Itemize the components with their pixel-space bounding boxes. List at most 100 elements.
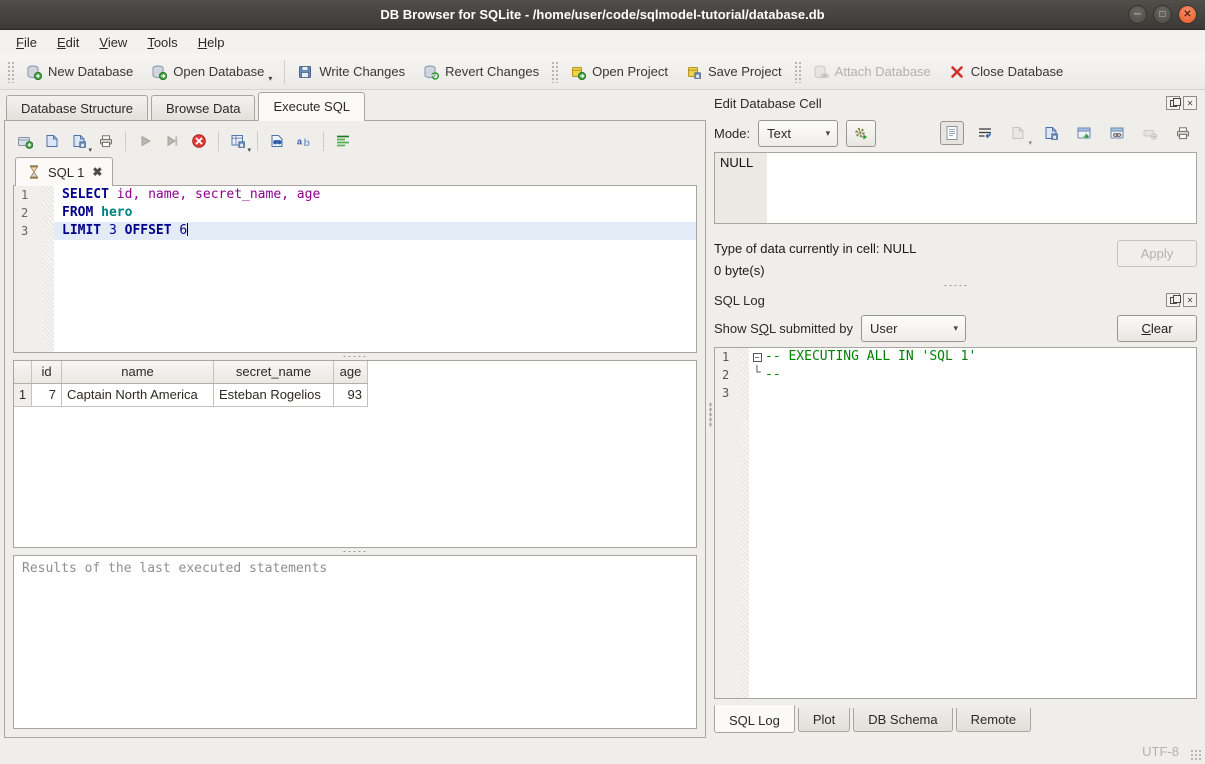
mode-select[interactable]: Text ▾ [758, 120, 838, 147]
stop-execution-button[interactable] [187, 129, 211, 153]
table-cell[interactable]: 93 [334, 384, 368, 407]
cell-editor[interactable]: NULL [714, 152, 1197, 224]
svg-text:a: a [297, 137, 303, 147]
chevron-down-icon: ▾ [1028, 139, 1032, 147]
sql-tab[interactable]: SQL 1 ✖ [15, 157, 113, 186]
results-message-splitter[interactable] [13, 548, 697, 555]
open-external-button[interactable] [1072, 121, 1096, 145]
main-tab-bar: Database StructureBrowse DataExecute SQL [4, 92, 706, 121]
float-dock-icon[interactable] [1166, 96, 1180, 110]
right-pane: Edit Database Cell ✕ Mode: Text ▾ ▾ NULL… [714, 92, 1201, 738]
tab-execute-sql[interactable]: Execute SQL [258, 92, 365, 121]
statusbar: UTF-8 [0, 738, 1205, 764]
text-mode-button[interactable] [940, 121, 964, 145]
code-text: FROM hero [54, 204, 696, 222]
encoding-indicator[interactable]: UTF-8 [1142, 744, 1179, 759]
toolbar-drag-handle[interactable] [551, 61, 558, 83]
editor-line[interactable]: 3LIMIT 3 OFFSET 6 [14, 222, 696, 240]
revert-changes-button[interactable]: Revert Changes [414, 57, 548, 87]
line-number: 1 [14, 186, 42, 204]
close-dock-icon[interactable]: ✕ [1183, 96, 1197, 110]
sql-editor[interactable]: 1SELECT id, name, secret_name, age2FROM … [13, 185, 697, 353]
minimize-button[interactable]: ─ [1128, 5, 1147, 24]
menu-edit[interactable]: Edit [47, 32, 89, 53]
menu-file[interactable]: File [6, 32, 47, 53]
bottom-tab-sql-log[interactable]: SQL Log [714, 705, 795, 733]
open-database-button[interactable]: Open Database▾ [142, 57, 281, 87]
editor-line[interactable]: 1SELECT id, name, secret_name, age [14, 186, 696, 204]
close-database-icon [949, 64, 965, 80]
tab-database-structure[interactable]: Database Structure [6, 95, 148, 121]
bottom-tab-plot[interactable]: Plot [798, 708, 850, 732]
close-database-button[interactable]: Close Database [940, 57, 1073, 87]
close-tab-icon[interactable]: ✖ [90, 165, 102, 179]
print-cell-button[interactable] [1171, 121, 1195, 145]
revert-changes-icon [423, 64, 439, 80]
bottom-tab-remote[interactable]: Remote [956, 708, 1032, 732]
menu-tools[interactable]: Tools [137, 32, 187, 53]
sql-token: SELECT [62, 187, 109, 202]
table-cell[interactable]: Captain North America [62, 384, 214, 407]
dock-splitter[interactable] [714, 282, 1197, 289]
cell-mode-row: Mode: Text ▾ ▾ [714, 116, 1197, 150]
log-filter-select[interactable]: User ▾ [861, 315, 966, 342]
new-database-button[interactable]: New Database [17, 57, 142, 87]
save-results-button[interactable]: ▾ [226, 129, 250, 153]
save-project-button[interactable]: Save Project [677, 57, 791, 87]
bottom-tab-db-schema[interactable]: DB Schema [853, 708, 952, 732]
auto-switch-mode-button[interactable] [846, 120, 876, 147]
mode-label: Mode: [714, 126, 750, 141]
main-toolbar: New Database Open Database▾Write ChangesR… [0, 54, 1205, 90]
sql-log-editor[interactable]: 1−-- EXECUTING ALL IN 'SQL 1'2└--3 [714, 347, 1197, 699]
clear-button[interactable]: Clear [1117, 315, 1197, 342]
write-changes-button[interactable]: Write Changes [288, 57, 414, 87]
column-header-secret-name[interactable]: secret_name [214, 361, 334, 384]
auto-format-button[interactable]: ab [292, 129, 316, 153]
toolbar-drag-handle[interactable] [7, 61, 14, 83]
row-number[interactable]: 1 [14, 384, 32, 407]
new-sql-tab-button[interactable] [13, 129, 37, 153]
toggle-block-comment-icon [335, 133, 351, 149]
open-project-button[interactable]: Open Project [561, 57, 677, 87]
fold-marker[interactable]: └ [749, 366, 765, 384]
menu-view[interactable]: View [89, 32, 137, 53]
table-corner[interactable] [14, 361, 32, 384]
results-message-box[interactable]: Results of the last executed statements [13, 555, 697, 729]
find-replace-button[interactable] [265, 129, 289, 153]
table-cell[interactable]: 7 [32, 384, 62, 407]
menu-help[interactable]: Help [188, 32, 235, 53]
export-data-icon [1043, 125, 1059, 141]
execute-all-button [133, 129, 157, 153]
toolbar-drag-handle[interactable] [794, 61, 801, 83]
titlebar[interactable]: DB Browser for SQLite - /home/user/code/… [0, 0, 1205, 30]
open-sql-file-button[interactable] [40, 129, 64, 153]
column-header-id[interactable]: id [32, 361, 62, 384]
editor-results-splitter[interactable] [13, 353, 697, 360]
attach-database-icon [813, 64, 829, 80]
maximize-button[interactable]: □ [1153, 5, 1172, 24]
resize-grip[interactable] [1190, 749, 1202, 761]
export-data-button[interactable] [1039, 121, 1063, 145]
chevron-down-icon[interactable]: ▾ [268, 74, 272, 87]
table-cell[interactable]: Esteban Rogelios [214, 384, 334, 407]
line-number: 3 [715, 384, 741, 402]
editor-line[interactable]: 2FROM hero [14, 204, 696, 222]
toggle-block-comment-button[interactable] [331, 129, 355, 153]
tab-browse-data[interactable]: Browse Data [151, 95, 255, 121]
column-header-name[interactable]: name [62, 361, 214, 384]
save-sql-file-button[interactable]: ▾ [67, 129, 91, 153]
toolbar-button-label: New Database [48, 64, 133, 79]
close-window-button[interactable]: ✕ [1178, 5, 1197, 24]
close-dock-icon[interactable]: ✕ [1183, 293, 1197, 307]
log-filter-label: Show SQL submitted by [714, 321, 853, 336]
apply-button[interactable]: Apply [1117, 240, 1197, 267]
word-wrap-button[interactable] [973, 121, 997, 145]
copy-cell-link-button[interactable] [1105, 121, 1129, 145]
chevron-down-icon[interactable]: ▾ [247, 146, 251, 154]
pane-splitter[interactable] [706, 92, 714, 738]
float-dock-icon[interactable] [1166, 293, 1180, 307]
chevron-down-icon[interactable]: ▾ [88, 146, 92, 154]
execute-all-icon [137, 133, 153, 149]
print-sql-button[interactable] [94, 129, 118, 153]
column-header-age[interactable]: age [334, 361, 368, 384]
